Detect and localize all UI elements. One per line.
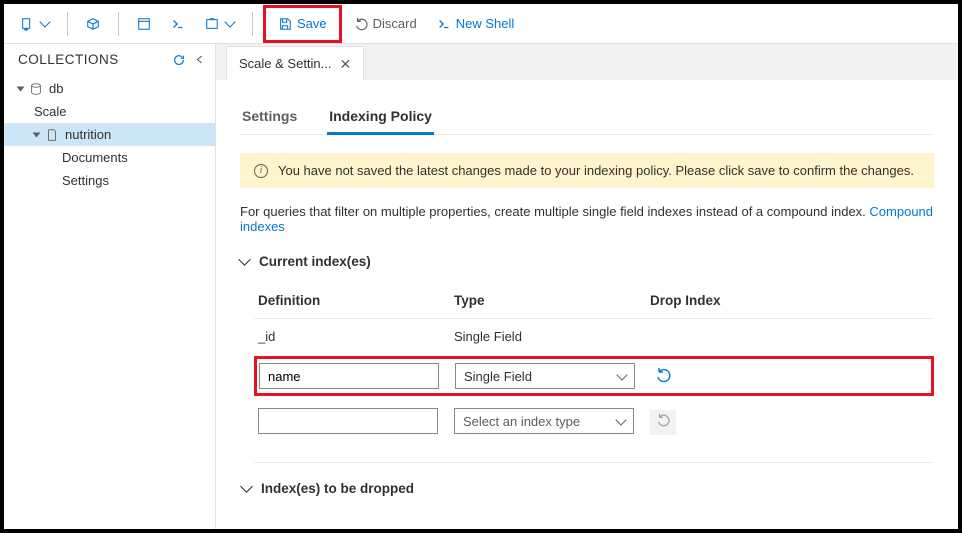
tree-item-settings[interactable]: Settings (4, 169, 215, 192)
database-icon (29, 82, 43, 96)
type-select[interactable]: Select an index type (454, 408, 634, 434)
warning-banner: i You have not saved the latest changes … (240, 153, 934, 188)
cell-type: Single Field (455, 363, 651, 389)
tree-label: db (49, 81, 63, 96)
new-shell-button[interactable]: New Shell (429, 10, 523, 38)
refresh-icon[interactable] (172, 53, 186, 67)
separator (67, 12, 68, 36)
tree-item-db[interactable]: db (4, 77, 215, 100)
sidebar-header: COLLECTIONS (4, 44, 215, 75)
document-icon (45, 128, 59, 142)
separator (118, 12, 119, 36)
tab-bar: Scale & Settin... ✕ (216, 44, 958, 80)
tree-item-nutrition[interactable]: nutrition (4, 123, 215, 146)
save-button[interactable]: Save (270, 10, 335, 38)
tree-label: Documents (62, 150, 128, 165)
chevron-down-icon (615, 414, 626, 425)
cell-definition (259, 363, 455, 389)
cube-icon (86, 17, 100, 31)
highlight-row: Single Field (254, 356, 934, 396)
chevron-down-icon (616, 369, 627, 380)
discard-button[interactable]: Discard (346, 10, 425, 38)
chevron-down-icon (240, 480, 253, 493)
tree-item-documents[interactable]: Documents (4, 146, 215, 169)
undo-icon (655, 367, 671, 383)
close-icon[interactable]: ✕ (340, 57, 352, 71)
tree-item-scale[interactable]: Scale (4, 100, 215, 123)
select-value: Select an index type (463, 414, 580, 429)
table-header: Definition Type Drop Index (254, 283, 934, 319)
select-value: Single Field (464, 369, 532, 384)
tree: db Scale nutrition Documents Settings (4, 75, 215, 194)
index-table: Definition Type Drop Index _id Single Fi… (240, 283, 934, 444)
cell-type: Single Field (454, 329, 650, 344)
section-label: Index(es) to be dropped (261, 481, 414, 496)
definition-input[interactable] (259, 363, 439, 389)
header-definition: Definition (258, 293, 454, 308)
panel-icon (137, 17, 151, 31)
open-icon (205, 17, 219, 31)
main-panel: Scale & Settin... ✕ Settings Indexing Po… (216, 44, 958, 529)
undo-button[interactable] (651, 367, 675, 390)
definition-input[interactable] (258, 408, 438, 434)
cell-type: Select an index type (454, 408, 650, 434)
tab-label: Scale & Settin... (239, 56, 332, 71)
cell-definition (258, 408, 454, 434)
sidebar: COLLECTIONS db Scale nutrit (4, 44, 216, 529)
section-dropped-indexes[interactable]: Index(es) to be dropped (240, 481, 934, 496)
chevron-down-icon (39, 16, 50, 27)
cell-definition: _id (258, 329, 454, 344)
save-icon (278, 17, 292, 31)
caret-icon (33, 132, 41, 137)
chevron-down-icon (238, 253, 251, 266)
section-current-indexes[interactable]: Current index(es) (240, 254, 934, 269)
warning-text: You have not saved the latest changes ma… (278, 163, 914, 178)
undo-icon (354, 17, 368, 31)
open-button[interactable] (197, 10, 242, 38)
subtabs: Settings Indexing Policy (240, 100, 934, 135)
info-icon: i (254, 164, 268, 178)
document-plus-icon (20, 17, 34, 31)
header-type: Type (454, 293, 650, 308)
prompt-icon (171, 17, 185, 31)
content-area: Settings Indexing Policy i You have not … (216, 80, 958, 529)
divider (254, 462, 934, 463)
header-drop: Drop Index (650, 293, 770, 308)
highlight-save: Save (263, 5, 342, 43)
chevron-down-icon (224, 16, 235, 27)
tab-scale-settings[interactable]: Scale & Settin... ✕ (226, 46, 364, 80)
type-select[interactable]: Single Field (455, 363, 635, 389)
cell-drop (650, 413, 770, 430)
description: For queries that filter on multiple prop… (240, 204, 934, 234)
subtab-indexing[interactable]: Indexing Policy (327, 100, 434, 135)
prompt-icon (437, 17, 451, 31)
table-row: _id Single Field (254, 319, 934, 354)
tree-label: Scale (34, 104, 67, 119)
caret-icon (17, 86, 25, 91)
shell-button[interactable] (163, 10, 193, 38)
sidebar-title: COLLECTIONS (18, 52, 119, 67)
tree-label: nutrition (65, 127, 111, 142)
new-shell-label: New Shell (456, 16, 515, 31)
separator (252, 12, 253, 36)
undo-icon (656, 413, 670, 427)
new-collection-button[interactable] (12, 10, 57, 38)
description-text: For queries that filter on multiple prop… (240, 204, 869, 219)
section-label: Current index(es) (259, 254, 371, 269)
table-row: Select an index type (254, 398, 934, 444)
collapse-icon[interactable] (194, 54, 205, 65)
save-label: Save (297, 16, 327, 31)
top-toolbar: Save Discard New Shell (4, 4, 958, 44)
subtab-settings[interactable]: Settings (240, 100, 299, 135)
discard-label: Discard (373, 16, 417, 31)
panel-button[interactable] (129, 10, 159, 38)
tree-label: Settings (62, 173, 109, 188)
cell-drop (651, 367, 771, 386)
undo-button-disabled (650, 410, 676, 435)
cube-button[interactable] (78, 10, 108, 38)
